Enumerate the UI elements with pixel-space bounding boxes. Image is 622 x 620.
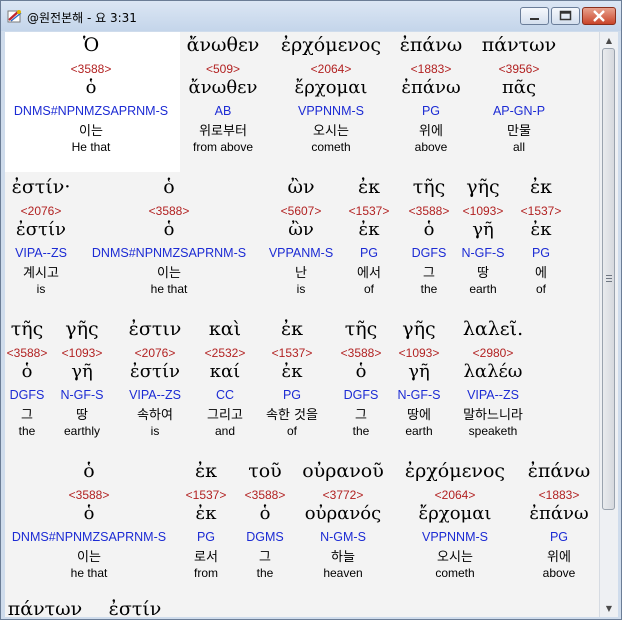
korean-text: 위에: [547, 550, 571, 565]
morph-text: PG: [549, 530, 569, 544]
window-title: @원전본해 - 요 3:31: [27, 11, 137, 25]
word-block[interactable]: ἐπάνω <1883> ἐπάνω PG 위에 above: [479, 460, 599, 580]
scroll-up-button[interactable]: ▲: [600, 32, 618, 49]
korean-text: 에: [535, 266, 547, 281]
title-bar[interactable]: @원전본해 - 요 3:31: [1, 1, 621, 31]
app-window: @원전본해 - 요 3:31 Ὁ <3588> ὁ DNMS#NPNMZSAPRNM-…: [0, 0, 622, 620]
morph-text: AP-GN-P: [492, 104, 546, 118]
morph-text: VIPA--ZS: [467, 388, 519, 402]
scroll-up-icon: ▲: [605, 36, 613, 45]
lemma-text: ἐπάνω: [529, 503, 589, 524]
minimize-button[interactable]: [520, 7, 549, 25]
strong-text: <2980>: [472, 346, 514, 360]
greek-text: λαλεῖ.: [462, 318, 524, 340]
greek-text: πάντων: [481, 34, 557, 56]
lemma-text: πᾶς: [501, 77, 537, 98]
interlinear-text-pane[interactable]: Ὁ <3588> ὁ DNMS#NPNMZSAPRNM-S 이는 He that ἄνωθε…: [5, 32, 599, 617]
scroll-down-icon: ▼: [605, 604, 613, 613]
thumb-grip-line: [606, 281, 612, 282]
maximize-button[interactable]: [551, 7, 580, 25]
word-block[interactable]: ἐκ <1537> ἐκ PG 에 of: [461, 176, 599, 296]
english-text: of: [535, 282, 546, 296]
english-text: all: [512, 140, 525, 154]
lemma-text: ἐκ: [530, 219, 552, 240]
word-block[interactable]: λαλεῖ. <2980> λαλέω VIPA--ZS 말하느니라 speaketh: [413, 318, 573, 438]
maximize-icon: [559, 10, 572, 21]
korean-text: 만물: [507, 124, 531, 139]
thumb-grip-line: [606, 278, 612, 279]
word-block[interactable]: πάντων <3956> πᾶς AP-GN-P 만물 all: [439, 34, 599, 154]
english-text: speaketh: [468, 424, 518, 438]
greek-text: ἐκ: [529, 176, 553, 198]
korean-text: 말하느니라: [463, 408, 523, 423]
english-text: above: [542, 566, 576, 580]
strong-text: <3956>: [498, 62, 540, 76]
scroll-down-button[interactable]: ▼: [600, 600, 618, 617]
bible-app-icon: [7, 10, 22, 23]
close-button[interactable]: [582, 7, 616, 25]
close-icon: [593, 10, 605, 22]
word-block[interactable]: ἐστίν: [55, 598, 215, 617]
lemma-text: λαλέω: [463, 361, 523, 382]
strong-text: <1883>: [538, 488, 580, 502]
minimize-icon: [530, 18, 539, 20]
thumb-grip-line: [606, 275, 612, 276]
vertical-scrollbar[interactable]: ▲ ▼: [599, 32, 618, 617]
strong-text: <1537>: [520, 204, 562, 218]
scroll-thumb[interactable]: [602, 48, 615, 510]
greek-text: ἐπάνω: [527, 460, 591, 482]
morph-text: PG: [531, 246, 551, 260]
greek-text: ἐστίν: [108, 598, 162, 617]
